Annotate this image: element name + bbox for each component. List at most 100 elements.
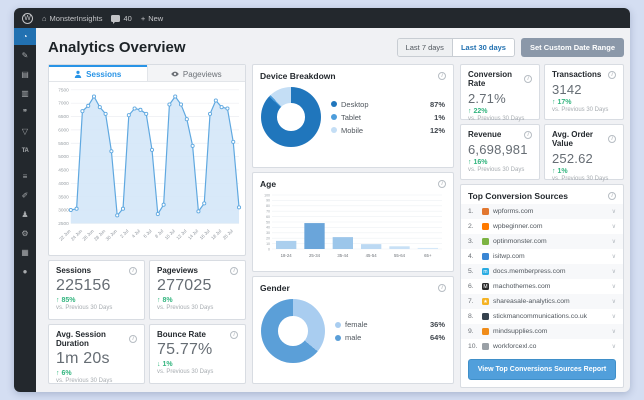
sidebar-item-collapse[interactable]: ● [14, 263, 36, 280]
sidebar-item-appearance[interactable]: ✐ [14, 187, 36, 204]
comments-menu[interactable]: 40 [111, 14, 132, 24]
svg-text:40: 40 [266, 226, 270, 230]
gender-donut-chart [261, 299, 325, 363]
info-icon[interactable]: i [438, 180, 446, 188]
source-row[interactable]: 10. workforcexl.co ∨ [461, 339, 623, 354]
chevron-down-icon[interactable]: ∨ [612, 313, 616, 320]
device-breakdown-title: Device Breakdown [260, 71, 336, 81]
svg-text:4000: 4000 [58, 181, 69, 187]
chevron-down-icon[interactable]: ∨ [612, 283, 616, 290]
source-row[interactable]: 9. mindsupplies.com ∨ [461, 324, 623, 339]
svg-text:30: 30 [266, 231, 270, 235]
source-row[interactable]: 5. m docs.memberpress.com ∨ [461, 264, 623, 279]
tab-sessions[interactable]: Sessions [49, 65, 147, 81]
source-row[interactable]: 7. ★ shareasale-analytics.com ∨ [461, 294, 623, 309]
legend-dot [335, 334, 341, 341]
favicon [482, 223, 489, 230]
metric-change: ↑ 85% [56, 297, 76, 304]
eye-icon [171, 71, 179, 77]
metric-card-transactions: Transactions i 3142 ↑ 17% vs. Previous 30… [544, 64, 624, 120]
metric-label: Revenue [468, 130, 502, 139]
source-row[interactable]: 6. Mmachothemes.com ∨ [461, 279, 623, 294]
info-icon[interactable]: i [524, 130, 532, 139]
info-icon[interactable]: i [230, 266, 238, 275]
chevron-down-icon[interactable]: ∨ [612, 298, 616, 305]
info-icon[interactable]: i [608, 70, 616, 79]
svg-text:50: 50 [266, 220, 270, 224]
source-row[interactable]: 3. optinmonster.com ∨ [461, 234, 623, 249]
metric-change: ↑ 8% [157, 297, 173, 304]
svg-text:70: 70 [266, 210, 270, 214]
chevron-down-icon[interactable]: ∨ [612, 268, 616, 275]
sidebar-item-ta-plugin[interactable]: TA [14, 142, 36, 159]
tab-pageviews[interactable]: Pageviews [146, 65, 245, 81]
chevron-down-icon[interactable]: ∨ [612, 343, 616, 350]
age-title: Age [260, 179, 277, 189]
metric-change: ↑ 17% [552, 99, 572, 106]
last-7-days-button[interactable]: Last 7 days [397, 38, 453, 56]
info-icon[interactable]: i [129, 335, 137, 343]
chevron-down-icon[interactable]: ∨ [612, 328, 616, 335]
device-breakdown-card: Device Breakdown i Desktop 87% Tablet 1% M… [252, 64, 454, 168]
chevron-down-icon[interactable]: ∨ [612, 238, 616, 245]
source-row[interactable]: 8. stickmancommunications.co.uk ∨ [461, 309, 623, 324]
sidebar-item-plugins[interactable]: ≡ [14, 168, 36, 185]
sessions-chart-card: Sessions Pageviews 2500 3000 3500 4000 4500 5… [48, 64, 246, 256]
svg-text:0: 0 [268, 247, 270, 251]
sidebar-item-comments[interactable]: ❞ [14, 104, 36, 121]
legend-dot [331, 101, 337, 107]
svg-text:65+: 65+ [424, 253, 432, 258]
metric-card-avg-session-duration: Avg. Session Duration i 1m 20s ↑ 6% vs. P… [48, 324, 145, 384]
metric-label: Conversion Rate [468, 70, 513, 88]
favicon [482, 238, 489, 245]
info-icon[interactable]: i [438, 284, 446, 292]
sidebar-item-users[interactable]: ♟ [14, 206, 36, 223]
svg-text:22 Jun: 22 Jun [58, 228, 72, 242]
chevron-down-icon[interactable]: ∨ [612, 253, 616, 260]
info-icon[interactable]: i [438, 72, 446, 80]
svg-text:10 Jul: 10 Jul [164, 228, 176, 240]
metric-compare-label: vs. Previous 30 Days [56, 378, 113, 384]
chevron-down-icon[interactable]: ∨ [612, 223, 616, 230]
sidebar-item-media[interactable]: ▤ [14, 66, 36, 83]
metric-value: 6,698,981 [468, 142, 528, 157]
new-content-menu[interactable]: + New [141, 14, 163, 23]
metric-change: ↑ 1% [552, 168, 568, 175]
sidebar-item-tools[interactable]: ⚙ [14, 225, 36, 242]
svg-text:18-24: 18-24 [281, 253, 293, 258]
favicon: M [482, 283, 489, 290]
sidebar-item-posts[interactable]: ✎ [14, 47, 36, 64]
last-30-days-button[interactable]: Last 30 days [452, 38, 514, 56]
source-row[interactable]: 2. wpbeginner.com ∨ [461, 219, 623, 234]
view-top-sources-report-button[interactable]: View Top Conversions Sources Report [468, 359, 616, 380]
chevron-down-icon[interactable]: ∨ [612, 208, 616, 215]
metric-value: 75.77% [157, 341, 213, 358]
source-row[interactable]: 1. wpforms.com ∨ [461, 204, 623, 219]
sidebar-item-dashboard[interactable]: ◔ [14, 28, 36, 45]
info-icon[interactable]: i [608, 192, 616, 200]
svg-text:55-64: 55-64 [394, 253, 406, 258]
metric-label: Bounce Rate [157, 330, 206, 339]
svg-text:20: 20 [266, 237, 270, 241]
info-icon[interactable]: i [129, 266, 137, 275]
info-icon[interactable]: i [608, 135, 616, 143]
favicon [482, 328, 489, 335]
legend-dot [331, 127, 337, 133]
site-name-menu[interactable]: ⌂ MonsterInsights [42, 14, 102, 23]
home-icon: ⌂ [42, 13, 47, 23]
sidebar-item-pages[interactable]: ▥ [14, 85, 36, 102]
source-row[interactable]: 4. isitwp.com ∨ [461, 249, 623, 264]
metric-value: 1m 20s [56, 350, 110, 367]
wordpress-logo-icon[interactable]: W [22, 12, 33, 24]
legend-dot [331, 114, 337, 120]
set-custom-date-range-button[interactable]: Set Custom Date Range [520, 37, 624, 57]
info-icon[interactable]: i [524, 75, 532, 83]
svg-text:100: 100 [264, 193, 270, 197]
svg-text:28 Jun: 28 Jun [93, 228, 107, 242]
sidebar-item-feedback[interactable]: ▽ [14, 123, 36, 140]
svg-text:2 Jul: 2 Jul [119, 228, 129, 238]
info-icon[interactable]: i [230, 330, 238, 339]
metric-value: 252.62 [552, 151, 593, 166]
sidebar-item-settings[interactable]: ▦ [14, 244, 36, 261]
metric-card-conversion-rate: Conversion Rate i 2.71% ↑ 22% vs. Previou… [460, 64, 540, 122]
